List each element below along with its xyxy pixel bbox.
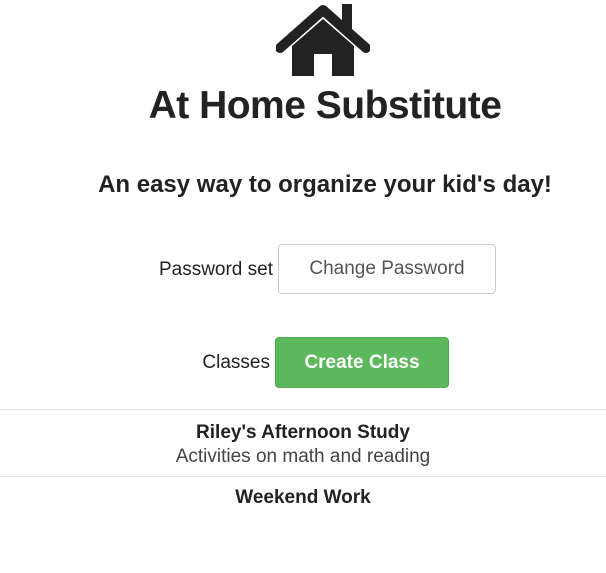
house-icon	[276, 4, 370, 76]
class-list-item[interactable]: Riley's Afternoon Study Activities on ma…	[0, 409, 606, 476]
class-name: Weekend Work	[235, 487, 371, 508]
class-description: Activities on math and reading	[175, 446, 431, 467]
app-title: At Home Substitute	[148, 84, 502, 127]
class-list: Riley's Afternoon Study Activities on ma…	[0, 409, 606, 536]
password-status-label: Password set	[158, 259, 273, 280]
create-class-button[interactable]: Create Class	[275, 337, 449, 388]
change-password-button[interactable]: Change Password	[278, 244, 496, 294]
tagline: An easy way to organize your kid's day!	[98, 171, 552, 198]
class-list-item[interactable]: Weekend Work	[0, 476, 606, 536]
class-name: Riley's Afternoon Study	[196, 422, 410, 443]
classes-label: Classes	[202, 352, 270, 373]
